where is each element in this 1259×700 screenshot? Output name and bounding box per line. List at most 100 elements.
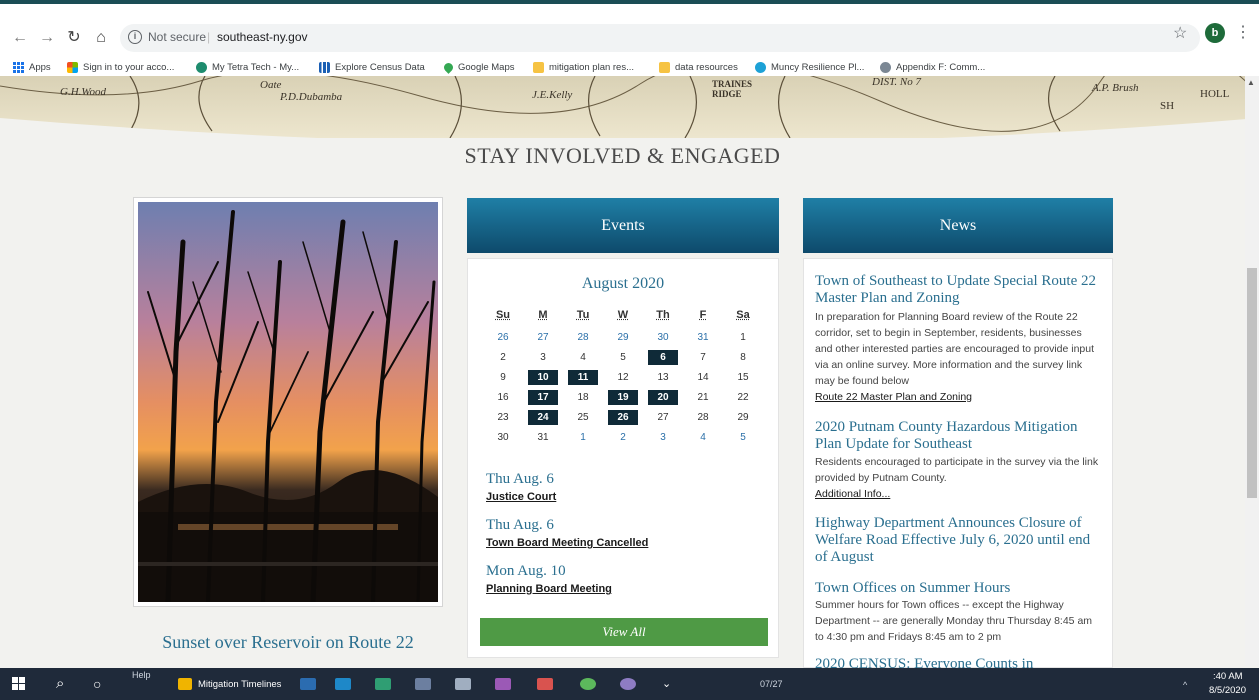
bookmark-appendix[interactable]: Appendix F: Comm... <box>880 58 985 76</box>
calendar-day[interactable]: 2 <box>488 350 518 365</box>
taskbar-app-icon[interactable] <box>537 678 553 690</box>
calendar-day[interactable]: 1 <box>728 330 758 345</box>
bookmark-muncy[interactable]: Muncy Resilience Pl... <box>755 58 864 76</box>
search-icon[interactable]: ⌕ <box>56 668 64 700</box>
calendar-day[interactable]: 29 <box>608 330 638 345</box>
calendar-day[interactable]: 23 <box>488 410 518 425</box>
calendar-day[interactable]: 7 <box>688 350 718 365</box>
taskbar-app-icon[interactable] <box>335 678 351 690</box>
calendar-day[interactable]: 8 <box>728 350 758 365</box>
taskbar-app-icon[interactable] <box>620 678 636 690</box>
bookmark-apps[interactable]: Apps <box>13 58 51 76</box>
bookmark-tetra-tech[interactable]: My Tetra Tech - My... <box>196 58 299 76</box>
calendar-event-day[interactable]: 19 <box>608 390 638 405</box>
browser-toolbar: ← → ↻ ⌂ i Not secure | southeast-ny.gov <box>0 24 1259 52</box>
calendar-day[interactable]: 18 <box>568 390 598 405</box>
bookmark-data-resources[interactable]: data resources <box>659 58 738 76</box>
calendar-day[interactable]: 5 <box>608 350 638 365</box>
calendar-day[interactable]: 28 <box>568 330 598 345</box>
calendar-event-day[interactable]: 26 <box>608 410 638 425</box>
tetra-tech-icon <box>196 61 207 73</box>
bookmark-google-maps[interactable]: Google Maps <box>442 58 515 76</box>
bookmark-census[interactable]: Explore Census Data <box>319 58 425 76</box>
calendar-event-day[interactable]: 20 <box>648 390 678 405</box>
bookmark-microsoft[interactable]: Sign in to your acco... <box>67 58 174 76</box>
profile-avatar[interactable]: b <box>1205 23 1225 43</box>
cortana-circle-icon[interactable]: ○ <box>93 668 101 700</box>
address-bar[interactable]: i Not secure | southeast-ny.gov <box>120 24 1200 52</box>
calendar-day[interactable]: 22 <box>728 390 758 405</box>
calendar-day[interactable]: 28 <box>688 410 718 425</box>
clock-time[interactable]: :40 AM <box>1213 671 1243 682</box>
news-read-more-link[interactable]: Route 22 Master Plan and Zoning <box>815 391 972 403</box>
calendar-event-day[interactable]: 10 <box>528 370 558 385</box>
info-icon[interactable]: i <box>128 30 142 44</box>
back-arrow-icon[interactable]: ← <box>10 28 30 48</box>
calendar-event-day[interactable]: 17 <box>528 390 558 405</box>
chrome-icon[interactable] <box>580 678 596 690</box>
active-window-title[interactable]: Mitigation Timelines <box>198 679 281 690</box>
taskbar-app-icon[interactable] <box>300 678 316 690</box>
calendar-day[interactable]: 2 <box>608 430 638 445</box>
taskbar-app-icon[interactable] <box>375 678 391 690</box>
url-text[interactable]: southeast-ny.gov <box>217 30 308 44</box>
calendar-day[interactable]: 1 <box>568 430 598 445</box>
bookmark-star-icon[interactable]: ☆ <box>1173 23 1187 43</box>
event-title-link[interactable]: Planning Board Meeting <box>486 583 612 595</box>
windows-start-icon[interactable] <box>12 668 30 700</box>
clock-date[interactable]: 8/5/2020 <box>1209 685 1246 696</box>
photo-caption[interactable]: Sunset over Reservoir on Route 22 <box>133 632 443 653</box>
featured-photo-card[interactable] <box>133 197 443 607</box>
calendar-day[interactable]: 15 <box>728 370 758 385</box>
event-title-link[interactable]: Justice Court <box>486 491 556 503</box>
calendar-day[interactable]: 21 <box>688 390 718 405</box>
calendar-day[interactable]: 12 <box>608 370 638 385</box>
chevron-down-icon[interactable]: ⌄ <box>662 668 671 700</box>
calendar-weekday-label: M <box>538 309 548 321</box>
news-headline-link[interactable]: Town of Southeast to Update Special Rout… <box>815 273 1105 307</box>
calendar-day[interactable]: 31 <box>528 430 558 445</box>
calendar-day[interactable]: 16 <box>488 390 518 405</box>
news-headline-link[interactable]: 2020 Putnam County Hazardous Mitigation … <box>815 419 1105 453</box>
event-title-link[interactable]: Town Board Meeting Cancelled <box>486 537 648 549</box>
view-all-events-button[interactable]: View All <box>480 618 768 646</box>
taskbar-app-icon[interactable] <box>415 678 431 690</box>
calendar-day[interactable]: 14 <box>688 370 718 385</box>
bookmark-label: My Tetra Tech - My... <box>212 61 300 73</box>
calendar-day[interactable]: 27 <box>648 410 678 425</box>
calendar-day[interactable]: 31 <box>688 330 718 345</box>
news-read-more-link[interactable]: Additional Info... <box>815 488 890 500</box>
home-icon[interactable]: ⌂ <box>91 28 111 48</box>
file-explorer-icon[interactable] <box>178 678 192 690</box>
calendar-day[interactable]: 26 <box>488 330 518 345</box>
news-headline-link[interactable]: Town Offices on Summer Hours <box>815 580 1105 597</box>
calendar-day[interactable]: 4 <box>688 430 718 445</box>
taskbar-app-icon[interactable] <box>495 678 511 690</box>
calendar-day[interactable]: 25 <box>568 410 598 425</box>
calendar-day[interactable]: 3 <box>528 350 558 365</box>
taskbar-app-icon[interactable] <box>455 678 471 690</box>
calendar-day[interactable]: 27 <box>528 330 558 345</box>
forward-arrow-icon[interactable]: → <box>37 28 57 48</box>
calendar-event-day[interactable]: 24 <box>528 410 558 425</box>
calendar-day[interactable]: 3 <box>648 430 678 445</box>
apps-grid-icon <box>13 61 24 73</box>
calendar-event-day[interactable]: 6 <box>648 350 678 365</box>
calendar-day[interactable]: 5 <box>728 430 758 445</box>
scroll-up-arrow-icon[interactable]: ▲ <box>1247 78 1255 87</box>
bookmark-mitigation[interactable]: mitigation plan res... <box>533 58 634 76</box>
map-label: J.E.Kelly <box>532 89 573 101</box>
news-headline-link[interactable]: Highway Department Announces Closure of … <box>815 515 1105 566</box>
calendar-day[interactable]: 9 <box>488 370 518 385</box>
event-date: Mon Aug. 10 <box>486 563 566 579</box>
reload-icon[interactable]: ↻ <box>64 28 84 48</box>
menu-kebab-icon[interactable]: ⋮ <box>1235 22 1251 42</box>
tray-expand-icon[interactable]: ^ <box>1183 680 1187 690</box>
calendar-event-day[interactable]: 11 <box>568 370 598 385</box>
scrollbar-thumb[interactable] <box>1247 268 1257 498</box>
calendar-day[interactable]: 29 <box>728 410 758 425</box>
calendar-day[interactable]: 30 <box>648 330 678 345</box>
calendar-day[interactable]: 30 <box>488 430 518 445</box>
calendar-day[interactable]: 4 <box>568 350 598 365</box>
calendar-day[interactable]: 13 <box>648 370 678 385</box>
